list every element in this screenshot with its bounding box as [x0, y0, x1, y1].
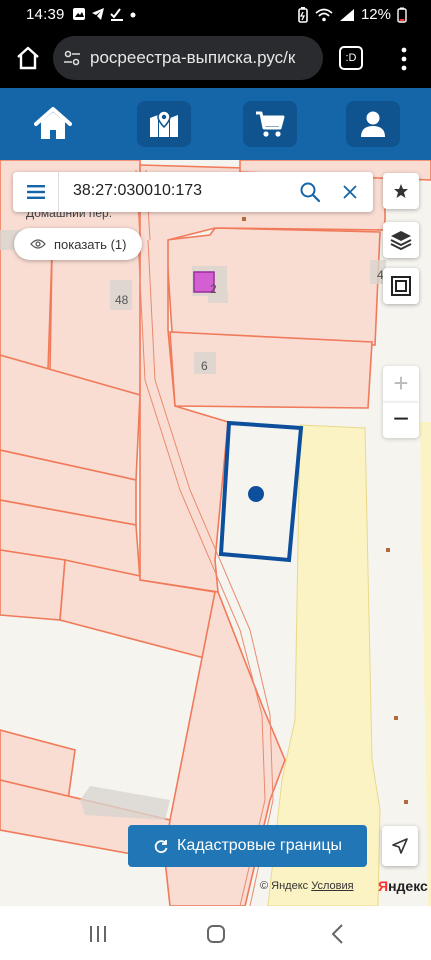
home-icon — [34, 107, 72, 139]
terms-link[interactable]: Условия — [311, 880, 353, 892]
layers-icon — [390, 231, 412, 251]
search-input[interactable]: 38:27:030010:173 — [73, 182, 202, 200]
system-icons: 12% — [297, 6, 407, 23]
zoom-out-button[interactable]: − — [383, 402, 419, 438]
wifi-icon — [315, 8, 333, 21]
telegram-icon — [92, 8, 104, 20]
show-results-label: показать (1) — [54, 236, 127, 252]
nav-cart-button[interactable] — [243, 101, 297, 147]
battery-percent: 12% — [360, 6, 391, 23]
star-icon — [394, 184, 408, 198]
building-number-2: 2 — [210, 282, 217, 296]
search-menu-button[interactable] — [13, 172, 59, 212]
nav-map-button[interactable] — [137, 101, 191, 147]
map-pin-icon — [150, 110, 178, 137]
map-canvas — [0, 160, 431, 906]
home-button-icon[interactable] — [204, 922, 228, 946]
show-results-button[interactable]: показать (1) — [14, 228, 143, 260]
cart-icon — [256, 111, 285, 137]
copyright-text: © Яндекс — [260, 880, 309, 892]
cadastral-boundaries-button[interactable]: Кадастровые границы — [128, 825, 367, 867]
favorite-button[interactable] — [383, 173, 419, 209]
browser-toolbar: росреестра-выписка.рус/к :D — [0, 30, 431, 88]
navigation-arrow-icon — [392, 838, 408, 854]
battery-saver-icon — [298, 6, 308, 23]
tasks-icon — [110, 8, 123, 21]
status-bar: 14:39 12% — [0, 0, 431, 30]
home-icon[interactable] — [14, 44, 42, 72]
nav-home-button[interactable] — [26, 101, 80, 147]
zoom-in-button[interactable]: + — [383, 366, 419, 402]
building-number-48: 48 — [115, 293, 129, 307]
signal-icon — [339, 8, 354, 21]
refresh-icon — [154, 840, 168, 854]
cadastral-boundaries-label: Кадастровые границы — [177, 837, 342, 854]
status-time: 14:39 — [26, 6, 65, 23]
cadastral-search: 38:27:030010:173 — [13, 172, 373, 212]
recent-apps-icon[interactable] — [86, 922, 110, 946]
notification-icons — [72, 7, 137, 21]
map-view[interactable]: Домашний пер. 48 2 6 4 38:27:030010:173 … — [0, 160, 431, 906]
app-navbar — [0, 88, 431, 160]
nav-profile-button[interactable] — [346, 101, 400, 147]
site-settings-icon[interactable] — [63, 49, 81, 67]
map-attribution: © Яндекс Условия — [260, 880, 354, 892]
gallery-icon — [73, 8, 85, 20]
hamburger-icon — [26, 185, 45, 199]
back-icon[interactable] — [326, 922, 350, 946]
user-icon — [361, 111, 385, 137]
eye-icon — [30, 239, 46, 249]
close-icon[interactable] — [339, 181, 361, 203]
search-icon[interactable] — [299, 181, 321, 203]
locate-button[interactable] — [382, 826, 418, 866]
legend-button[interactable] — [383, 268, 419, 304]
legend-icon — [391, 276, 411, 296]
building-number-6: 6 — [201, 359, 208, 373]
url-text: росреестра-выписка.рус/к — [90, 48, 296, 67]
dot-icon — [130, 12, 136, 18]
more-menu-icon[interactable] — [398, 44, 410, 74]
layers-button[interactable] — [383, 222, 419, 258]
battery-icon — [397, 7, 407, 23]
tab-switcher-button[interactable]: :D — [339, 46, 363, 70]
system-navigation-bar — [0, 906, 431, 960]
yandex-logo: Яндекс — [378, 878, 428, 894]
address-bar[interactable]: росреестра-выписка.рус/к — [53, 36, 323, 80]
